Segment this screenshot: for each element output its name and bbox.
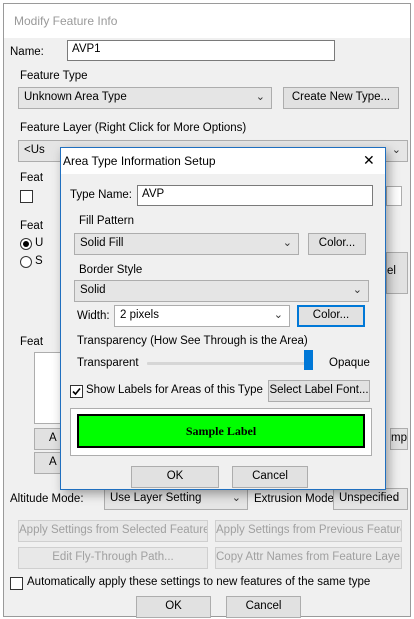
feature-layer-label: Feature Layer (Right Click for More Opti… — [20, 122, 247, 134]
chevron-down-icon: ⌄ — [273, 309, 283, 321]
right-button-fragment[interactable]: el — [386, 252, 408, 294]
radio-option-2-label: S — [35, 255, 43, 267]
sample-label-preview: Sample Label — [70, 408, 372, 456]
border-style-select[interactable]: Solid ⌄ — [74, 280, 369, 302]
radio-option-1[interactable] — [20, 238, 32, 250]
border-style-label: Border Style — [79, 264, 143, 276]
right-button-fragment-2[interactable]: mp — [390, 428, 408, 450]
altitude-mode-label: Altitude Mode: — [10, 493, 84, 505]
create-new-type-button[interactable]: Create New Type... — [283, 87, 399, 109]
type-name-input[interactable]: AVP — [137, 185, 373, 206]
extrusion-mode-select[interactable]: Unspecified ⌄ — [333, 488, 408, 510]
select-label-font-button[interactable]: Select Label Font... — [268, 380, 370, 402]
dialog-title: Area Type Information Setup — [63, 154, 216, 168]
feat-label-1: Feat — [20, 172, 44, 184]
radio-option-2[interactable] — [20, 256, 32, 268]
area-type-setup-dialog: Area Type Information Setup ✕ Type Name:… — [60, 147, 386, 490]
right-field-fragment[interactable] — [386, 186, 402, 206]
name-input[interactable]: AVP1 — [67, 40, 335, 61]
fill-color-button[interactable]: Color... — [308, 233, 366, 255]
width-value: 2 pixels — [120, 309, 159, 321]
transparent-label: Transparent — [77, 357, 139, 369]
sample-label-swatch: Sample Label — [77, 414, 365, 448]
show-labels-label: Show Labels for Areas of this Type — [86, 384, 263, 396]
feature-type-value: Unknown Area Type — [24, 91, 127, 103]
dialog-ok-button[interactable]: OK — [131, 466, 219, 488]
feature-type-label: Feature Type — [20, 70, 88, 82]
fill-pattern-select[interactable]: Solid Fill ⌄ — [74, 233, 299, 255]
show-labels-checkbox[interactable] — [70, 385, 83, 398]
transparency-slider-track[interactable] — [147, 362, 313, 365]
auto-apply-checkbox[interactable] — [10, 577, 23, 590]
auto-apply-label: Automatically apply these settings to ne… — [27, 576, 371, 588]
extrusion-mode-value: Unspecified — [339, 492, 400, 504]
type-name-label: Type Name: — [70, 189, 132, 201]
feature-type-select[interactable]: Unknown Area Type ⌄ — [18, 87, 272, 109]
radio-option-1-label: U — [35, 237, 44, 249]
fill-pattern-label: Fill Pattern — [79, 215, 134, 227]
apply-selected-button[interactable]: Apply Settings from Selected Feature — [18, 520, 208, 542]
feature-layer-value: <Us — [24, 144, 45, 156]
width-label: Width: — [77, 310, 110, 322]
checkmark-icon — [72, 387, 81, 396]
window-title: Modify Feature Info — [14, 14, 118, 28]
chevron-down-icon: ⌄ — [352, 284, 362, 296]
transparency-slider-thumb[interactable] — [304, 350, 313, 370]
window-titlebar: Modify Feature Info — [4, 4, 410, 38]
border-style-value: Solid — [80, 284, 106, 296]
transparency-label: Transparency (How See Through is the Are… — [77, 335, 308, 347]
width-select[interactable]: 2 pixels ⌄ — [114, 305, 290, 327]
ok-button[interactable]: OK — [136, 596, 211, 618]
chevron-down-icon: ⌄ — [391, 144, 401, 156]
el-fragment: el — [387, 265, 396, 277]
chevron-down-icon: ⌄ — [255, 91, 265, 103]
altitude-mode-value: Use Layer Setting — [110, 492, 202, 504]
border-color-button[interactable]: Color... — [297, 305, 365, 327]
altitude-mode-select[interactable]: Use Layer Setting ⌄ — [104, 488, 248, 510]
dialog-titlebar: Area Type Information Setup ✕ — [61, 148, 385, 174]
feat-checkbox[interactable] — [20, 190, 33, 203]
copy-attr-names-button[interactable]: Copy Attr Names from Feature Layer — [215, 547, 402, 569]
chevron-down-icon: ⌄ — [231, 492, 241, 504]
chevron-down-icon: ⌄ — [391, 492, 401, 504]
mp-fragment: mp — [391, 432, 407, 444]
apply-previous-button[interactable]: Apply Settings from Previous Feature — [215, 520, 402, 542]
name-label: Name: — [10, 46, 44, 58]
cancel-button[interactable]: Cancel — [226, 596, 301, 618]
opaque-label: Opaque — [329, 357, 370, 369]
feat-label-2: Feat — [20, 220, 44, 232]
chevron-down-icon: ⌄ — [282, 237, 292, 249]
edit-flythrough-button[interactable]: Edit Fly-Through Path... — [18, 547, 208, 569]
fill-pattern-value: Solid Fill — [80, 237, 124, 249]
sample-label-text: Sample Label — [185, 424, 257, 438]
dialog-cancel-button[interactable]: Cancel — [232, 466, 308, 488]
feat-label-3: Feat — [20, 336, 44, 348]
close-icon[interactable]: ✕ — [363, 152, 375, 169]
extrusion-mode-label: Extrusion Mode: — [254, 493, 338, 505]
